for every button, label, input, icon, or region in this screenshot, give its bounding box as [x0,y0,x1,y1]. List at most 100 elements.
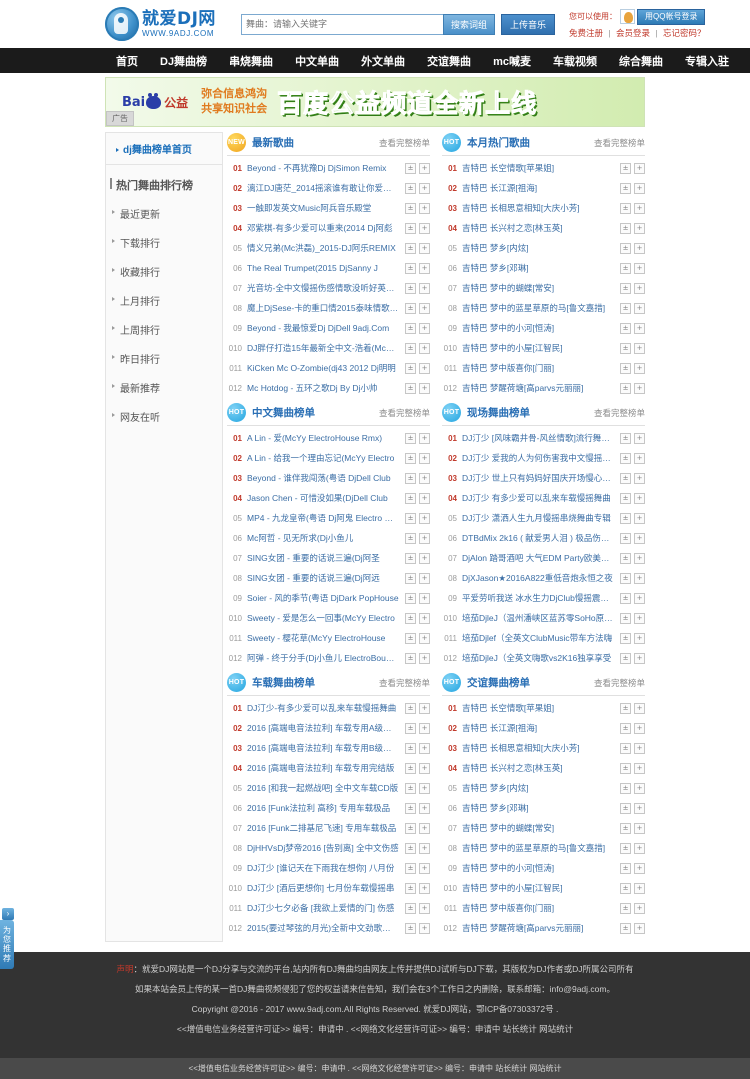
nav-item-4[interactable]: 外文单曲 [350,53,416,69]
download-icon[interactable]: ± [620,842,631,854]
song-title-link[interactable]: 培茄Djlef（全英文ClubMusic带车方法嗨 [462,632,614,644]
add-to-list-icon[interactable]: + [419,702,430,714]
add-to-list-icon[interactable]: + [634,702,645,714]
add-to-list-icon[interactable]: + [634,342,645,354]
add-to-list-icon[interactable]: + [634,802,645,814]
song-title-link[interactable]: 吉特巴 梦中的小屋[江智民] [462,342,614,354]
song-title-link[interactable]: 吉特巴 长相思意相知[大庆小芳] [462,202,614,214]
song-title-link[interactable]: 吉特巴 梦中的蓝星草原的马[鲁文嘉措] [462,302,614,314]
song-title-link[interactable]: A Lin - 给我一个理由忘记(McYy Electro [247,452,399,464]
add-to-list-icon[interactable]: + [634,762,645,774]
download-icon[interactable]: ± [620,202,631,214]
forgot-password-link[interactable]: 忘记密码？ [663,28,706,38]
download-icon[interactable]: ± [620,532,631,544]
sidebar-label-last-month[interactable]: 上月排行 [120,297,160,308]
download-icon[interactable]: ± [620,382,631,394]
song-title-link[interactable]: 吉特巴 梦醒荷塘[高parvs元丽丽] [462,922,614,934]
add-to-list-icon[interactable]: + [419,592,430,604]
song-title-link[interactable]: 吉特巴 长空情歌[苹果姐] [462,702,614,714]
download-icon[interactable]: ± [405,742,416,754]
download-icon[interactable]: ± [405,302,416,314]
nav-item-8[interactable]: 综合舞曲 [608,53,674,69]
add-to-list-icon[interactable]: + [634,882,645,894]
download-icon[interactable]: ± [405,182,416,194]
download-icon[interactable]: ± [405,782,416,794]
add-to-list-icon[interactable]: + [419,922,430,934]
song-title-link[interactable]: DjHHVsDj梦帝2016 [告别离] 全中文伤感 [247,842,399,854]
sidebar-item-yesterday[interactable]: 昨日排行 [106,344,222,373]
download-icon[interactable]: ± [405,802,416,814]
song-title-link[interactable]: Sweety - 樱花草(McYy ElectroHouse [247,632,399,644]
add-to-list-icon[interactable]: + [419,882,430,894]
song-title-link[interactable]: 2016 [和我一起燃战吧] 全中文车载CD版 [247,782,399,794]
download-icon[interactable]: ± [405,882,416,894]
add-to-list-icon[interactable]: + [419,742,430,754]
add-to-list-icon[interactable]: + [419,432,430,444]
song-title-link[interactable]: DJ汀少 [酒后更想你] 七月份车载慢摇串 [247,882,399,894]
song-title-link[interactable]: 吉特巴 梦乡[内炫] [462,782,614,794]
song-title-link[interactable]: DJ汀少 潇洒人生九月慢摇串烧舞曲专辑 [462,512,614,524]
add-to-list-icon[interactable]: + [634,382,645,394]
song-title-link[interactable]: SING女团 - 重要的话说三遍(Dj阿远 [247,572,399,584]
download-icon[interactable]: ± [620,472,631,484]
song-title-link[interactable]: 平爱劳听我送 冰水生力DjClub慢摇震撼大 [462,592,614,604]
add-to-list-icon[interactable]: + [419,472,430,484]
view-full-list-link[interactable]: 查看完整榜单 [594,407,645,419]
login-link[interactable]: 会员登录 [616,28,650,38]
song-title-link[interactable]: 吉特巴 长江源[祖海] [462,722,614,734]
download-icon[interactable]: ± [620,342,631,354]
download-icon[interactable]: ± [405,632,416,644]
song-title-link[interactable]: 吉特巴 梦乡[邓琳] [462,262,614,274]
download-icon[interactable]: ± [405,342,416,354]
add-to-list-icon[interactable]: + [634,592,645,604]
add-to-list-icon[interactable]: + [419,652,430,664]
sidebar-label-favorite[interactable]: 收藏排行 [120,268,160,279]
song-title-link[interactable]: 情义兄弟(Mc洪磊)_2015-DJ阿乐REMIX [247,242,399,254]
download-icon[interactable]: ± [405,162,416,174]
song-title-link[interactable]: 2016 [高端电音法拉利] 车载专用B级极品 [247,742,399,754]
download-icon[interactable]: ± [620,802,631,814]
add-to-list-icon[interactable]: + [634,552,645,564]
song-title-link[interactable]: 吉特巴 长江源[祖海] [462,182,614,194]
add-to-list-icon[interactable]: + [634,302,645,314]
download-icon[interactable]: ± [405,702,416,714]
add-to-list-icon[interactable]: + [634,862,645,874]
download-icon[interactable]: ± [620,432,631,444]
download-icon[interactable]: ± [620,822,631,834]
download-icon[interactable]: ± [405,282,416,294]
download-icon[interactable]: ± [620,902,631,914]
song-title-link[interactable]: KiCken Mc O-Zombie(dj43 2012 Dj明明 [247,362,399,374]
song-title-link[interactable]: DJ汀少 世上只有妈妈好国庆开场慢心串烧 [462,472,614,484]
download-icon[interactable]: ± [405,382,416,394]
nav-item-1[interactable]: DJ舞曲榜 [149,53,218,69]
song-title-link[interactable]: A Lin - 爱(McYy ElectroHouse Rmx) [247,432,399,444]
add-to-list-icon[interactable]: + [419,262,430,274]
song-title-link[interactable]: 一触即发英文Music阿兵音乐殿堂 [247,202,399,214]
download-icon[interactable]: ± [620,862,631,874]
song-title-link[interactable]: DJ汀少 [谁记天在下雨我在想你] 八月份 [247,862,399,874]
song-title-link[interactable]: 吉特巴 梦中的蝴蝶[常安] [462,822,614,834]
add-to-list-icon[interactable]: + [634,452,645,464]
add-to-list-icon[interactable]: + [419,632,430,644]
add-to-list-icon[interactable]: + [419,222,430,234]
song-title-link[interactable]: 吉特巴 梦中的小屋[江智民] [462,882,614,894]
song-title-link[interactable]: 吉特巴 梦醒荷塘[高parvs元丽丽] [462,382,614,394]
sidebar-item-listening[interactable]: 网友在听 [106,402,222,431]
download-icon[interactable]: ± [405,242,416,254]
download-icon[interactable]: ± [620,742,631,754]
download-icon[interactable]: ± [620,322,631,334]
download-icon[interactable]: ± [405,842,416,854]
download-icon[interactable]: ± [620,632,631,644]
add-to-list-icon[interactable]: + [634,492,645,504]
song-title-link[interactable]: 吉特巴 梦中版喜你[门丽] [462,902,614,914]
add-to-list-icon[interactable]: + [419,282,430,294]
download-icon[interactable]: ± [620,552,631,564]
baidu-ad-banner[interactable]: Bai 公益 弥合信息鸿沟 共享知识社会 百度公益频道全新上线 广告 [105,77,645,127]
song-title-link[interactable]: DJ汀少 爱我的人为何伤害我中文慢摇串烧 [462,452,614,464]
song-title-link[interactable]: DTBdMix 2k16 ( 献爱男人泪 ) 极品伤感连 [462,532,614,544]
download-icon[interactable]: ± [405,262,416,274]
download-icon[interactable]: ± [405,902,416,914]
nav-item-3[interactable]: 中文单曲 [284,53,350,69]
nav-item-2[interactable]: 串烧舞曲 [218,53,284,69]
add-to-list-icon[interactable]: + [634,322,645,334]
